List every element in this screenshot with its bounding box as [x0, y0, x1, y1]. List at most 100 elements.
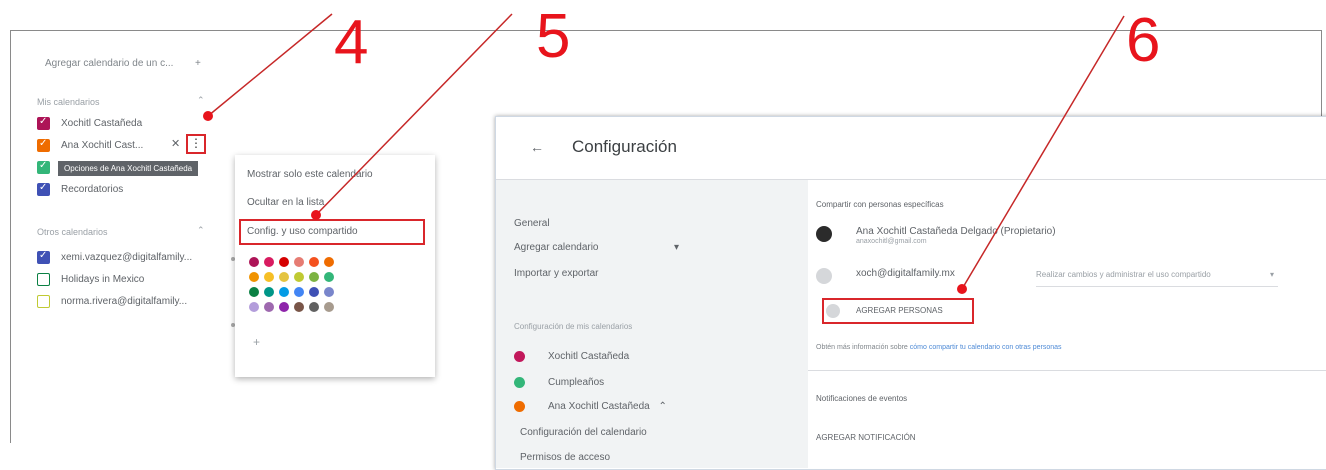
color-swatch[interactable] [294, 302, 304, 312]
owner-name: Ana Xochitl Castañeda Delgado (Propietar… [856, 226, 1056, 237]
sidebar-calendar-cumpleanos[interactable]: Cumpleaños [548, 377, 604, 388]
sidebar-item-general[interactable]: General [514, 218, 550, 229]
color-swatch[interactable] [324, 287, 334, 297]
add-notification-button[interactable]: AGREGAR NOTIFICACIÓN [816, 433, 916, 442]
settings-sidebar: General Agregar calendario ▾ Importar y … [496, 180, 808, 468]
calendar-options-menu: Mostrar solo este calendario Ocultar en … [235, 155, 435, 377]
sidebar-subitem-access-permissions[interactable]: Permisos de acceso [520, 452, 610, 463]
add-people-button[interactable]: AGREGAR PERSONAS [856, 306, 943, 315]
calendar-label: Ana Xochitl Cast... [61, 140, 144, 151]
screenshot-frame: Agregar calendario de un c... + Mis cale… [10, 30, 1326, 470]
menu-item-show-only[interactable]: Mostrar solo este calendario [247, 169, 373, 180]
calendar-label: Xochitl Castañeda [61, 118, 143, 129]
settings-main: Compartir con personas específicas Ana X… [808, 180, 1326, 468]
add-calendar-field[interactable]: Agregar calendario de un c... + [45, 58, 201, 69]
divider [808, 370, 1326, 371]
share-info-link[interactable]: cómo compartir tu calendario con otras p… [910, 344, 1062, 351]
calendar-label: Holidays in Mexico [61, 274, 145, 285]
color-swatch[interactable] [294, 272, 304, 282]
sidebar-item-add-calendar[interactable]: Agregar calendario ▾ [514, 242, 679, 253]
settings-header: ← Configuración [496, 117, 1326, 180]
menu-item-settings-sharing[interactable]: Config. y uso compartido [247, 226, 358, 237]
add-people-row[interactable]: AGREGAR PERSONAS [816, 304, 1316, 328]
color-swatch[interactable] [294, 257, 304, 267]
callout-number-5: 5 [536, 2, 571, 71]
other-calendars-header[interactable]: Otros calendarios ⌃ [37, 225, 205, 237]
arrow-left-icon[interactable]: ← [530, 139, 544, 155]
calendar-label: xemi.vazquez@digitalfamily... [61, 252, 193, 263]
left-sidebar: Agregar calendario de un c... + Mis cale… [11, 31, 251, 431]
sidebar-calendar-label: Ana Xochitl Castañeda [548, 401, 650, 412]
callout-number-4: 4 [334, 8, 369, 77]
options-tooltip: Opciones de Ana Xochitl Castañeda [58, 161, 199, 176]
sidebar-calendar-ana[interactable]: Ana Xochitl Castañeda ⌃ [548, 401, 667, 412]
color-swatch[interactable] [249, 302, 259, 312]
person-row: xoch@digitalfamily.mx Realizar cambios y… [816, 268, 1316, 292]
calendar-color-dot [514, 351, 525, 362]
color-swatch[interactable] [264, 302, 274, 312]
color-swatch[interactable] [324, 257, 334, 267]
color-swatch[interactable] [249, 257, 259, 267]
sidebar-subitem-calendar-settings[interactable]: Configuración del calendario [520, 427, 647, 438]
calendar-checkbox[interactable] [37, 182, 50, 196]
person-icon [816, 268, 832, 284]
share-info-label: Obtén más información sobre [816, 344, 908, 351]
permission-value: Realizar cambios y administrar el uso co… [1036, 270, 1211, 279]
calendar-checkbox[interactable] [37, 138, 50, 152]
share-section-header: Compartir con personas específicas [816, 200, 944, 209]
color-swatch[interactable] [309, 287, 319, 297]
my-calendars-header[interactable]: Mis calendarios ⌃ [37, 95, 205, 107]
calendar-checkbox[interactable] [37, 116, 50, 130]
calendar-color-dot [514, 377, 525, 388]
calendar-label: norma.rivera@digitalfamily... [61, 296, 188, 307]
my-calendars-title: Mis calendarios [37, 97, 100, 107]
more-vertical-icon[interactable]: ⋮ [186, 134, 206, 154]
calendar-checkbox[interactable] [37, 160, 50, 174]
color-swatch[interactable] [279, 302, 289, 312]
color-swatch[interactable] [309, 257, 319, 267]
calendar-checkbox[interactable] [37, 273, 50, 286]
person-email: xoch@digitalfamily.mx [856, 268, 955, 279]
calendar-color-dot [514, 401, 525, 412]
color-swatch[interactable] [264, 272, 274, 282]
color-swatch[interactable] [279, 287, 289, 297]
sidebar-calendar-xochitl[interactable]: Xochitl Castañeda [548, 351, 629, 362]
color-swatch[interactable] [324, 302, 334, 312]
color-swatch[interactable] [264, 257, 274, 267]
sidebar-section-caption: Configuración de mis calendarios [514, 322, 633, 331]
person-add-icon [826, 304, 840, 318]
calendar-checkbox[interactable] [37, 295, 50, 308]
color-swatch[interactable] [279, 272, 289, 282]
calendar-label: Recordatorios [61, 184, 124, 195]
color-swatch[interactable] [324, 272, 334, 282]
menu-item-hide[interactable]: Ocultar en la lista [247, 197, 324, 208]
plus-icon[interactable]: + [195, 58, 201, 69]
settings-window: ← Configuración General Agregar calendar… [495, 116, 1326, 470]
owner-row: Ana Xochitl Castañeda Delgado (Propietar… [816, 226, 1316, 250]
close-icon[interactable]: ✕ [171, 137, 180, 150]
permission-select[interactable]: Realizar cambios y administrar el uso co… [1036, 270, 1278, 287]
chevron-down-icon: ▾ [1269, 270, 1274, 279]
color-swatch[interactable] [309, 302, 319, 312]
owner-email: anaxochitl@gmail.com [856, 238, 927, 245]
color-swatch[interactable] [279, 257, 289, 267]
color-swatch[interactable] [264, 287, 274, 297]
callout-number-6: 6 [1126, 6, 1161, 75]
color-swatch[interactable] [249, 272, 259, 282]
color-swatch[interactable] [249, 287, 259, 297]
color-swatch[interactable] [309, 272, 319, 282]
add-calendar-label: Agregar calendario de un c... [45, 58, 174, 69]
plus-icon[interactable]: + [253, 335, 260, 349]
sidebar-item-label: Agregar calendario [514, 242, 599, 253]
chevron-down-icon[interactable]: ▾ [674, 242, 679, 253]
other-calendars-title: Otros calendarios [37, 227, 108, 237]
color-swatch[interactable] [294, 287, 304, 297]
chevron-up-icon[interactable]: ⌃ [659, 401, 667, 412]
chevron-up-icon[interactable]: ⌃ [197, 225, 205, 236]
chevron-up-icon[interactable]: ⌃ [197, 95, 205, 106]
calendar-checkbox[interactable] [37, 250, 50, 264]
share-info-text: Obtén más información sobre cómo compart… [816, 344, 1062, 351]
sidebar-item-import-export[interactable]: Importar y exportar [514, 268, 598, 279]
avatar [816, 226, 832, 242]
notifications-header: Notificaciones de eventos [816, 394, 908, 403]
